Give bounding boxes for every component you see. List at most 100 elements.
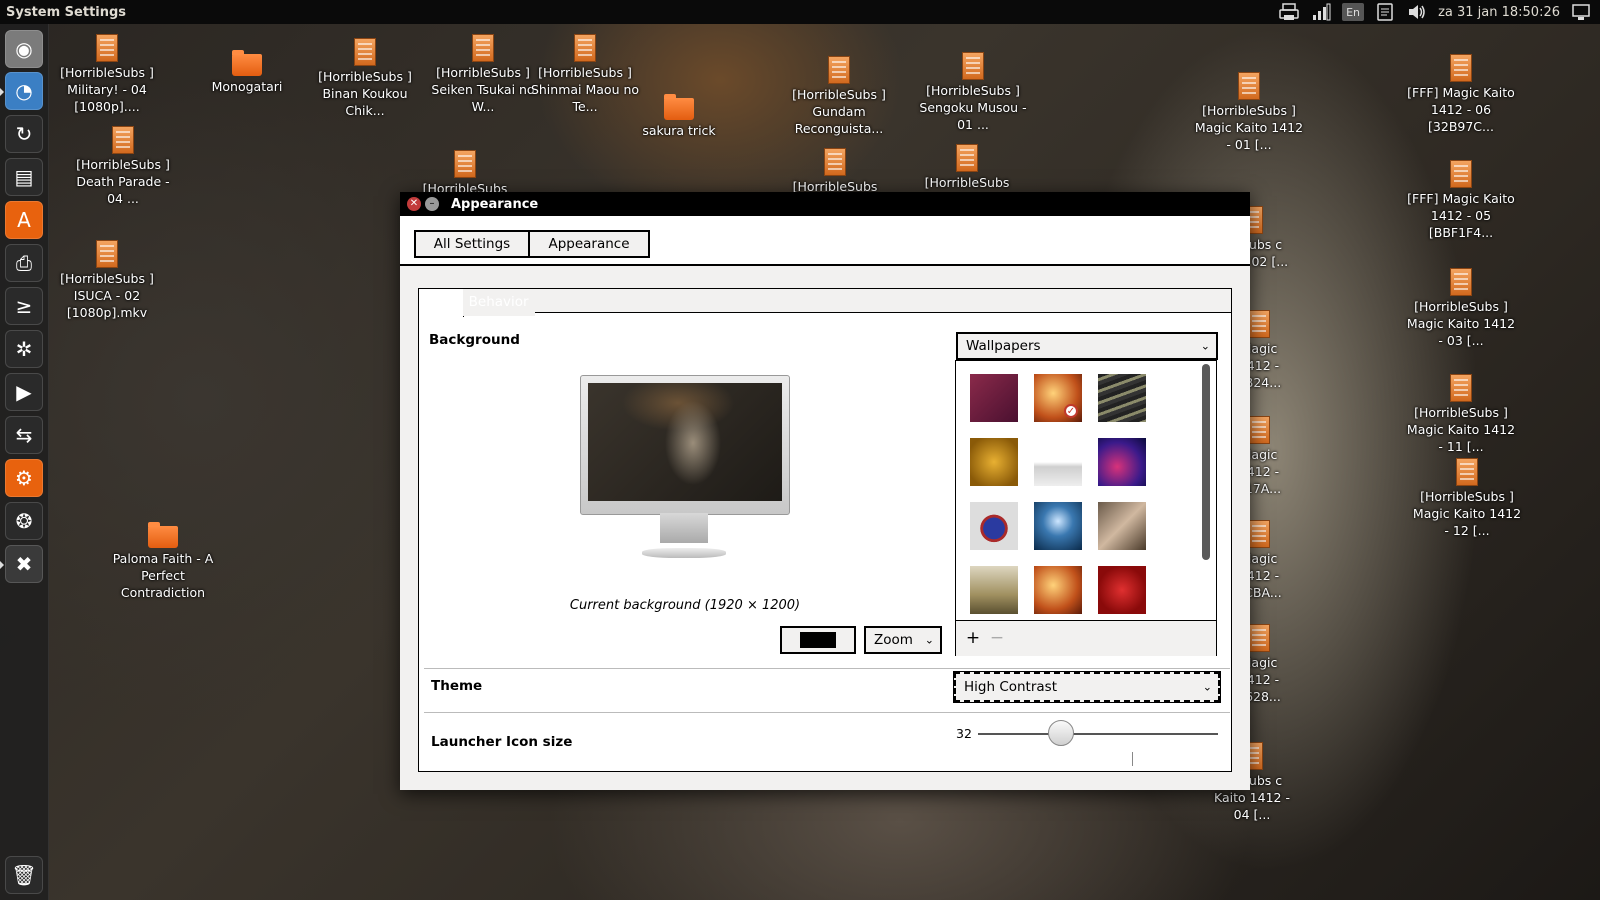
desktop-file-icon[interactable]: [HorribleSubs ] Magic Kaito 1412 - 12 [.… bbox=[1412, 458, 1522, 539]
launcher-icon-size-slider-track[interactable] bbox=[978, 733, 1218, 735]
video-file-icon bbox=[96, 34, 118, 62]
desktop-file-icon[interactable]: [HorribleSubs bbox=[912, 144, 1022, 191]
dash-home-icon[interactable]: ◉ bbox=[5, 30, 43, 68]
background-color-button[interactable] bbox=[780, 626, 856, 654]
desktop-folder-icon[interactable]: Paloma Faith - A Perfect Contradiction bbox=[108, 522, 218, 601]
file-manager-icon[interactable]: ▤ bbox=[5, 158, 43, 196]
wallpaper-thumb[interactable] bbox=[970, 438, 1018, 486]
window-title: Appearance bbox=[451, 196, 539, 212]
monitor-stand bbox=[660, 513, 708, 543]
printer-icon[interactable] bbox=[1278, 3, 1300, 21]
minimize-icon[interactable]: – bbox=[425, 197, 439, 211]
chromium-icon[interactable]: ◔ bbox=[0, 72, 43, 110]
desktop-file-icon[interactable]: [HorribleSubs bbox=[780, 148, 890, 195]
wallpaper-thumb[interactable] bbox=[1034, 566, 1082, 614]
printer-launcher-icon[interactable]: ⎙ bbox=[5, 244, 43, 282]
video-file-icon bbox=[1450, 54, 1472, 82]
session-menu-icon[interactable] bbox=[1570, 3, 1592, 21]
video-file-icon bbox=[96, 240, 118, 268]
separator bbox=[424, 668, 1230, 669]
wallpaper-thumb[interactable] bbox=[1034, 438, 1082, 486]
wallpaper-thumb[interactable] bbox=[1098, 374, 1146, 422]
desktop-folder-icon[interactable]: sakura trick bbox=[624, 94, 734, 139]
separator bbox=[424, 712, 1230, 713]
theme-label: Theme bbox=[431, 678, 483, 694]
fill-mode-select[interactable]: Zoom ⌄ bbox=[864, 626, 942, 654]
desktop-file-icon[interactable]: [HorribleSubs ] Binan Koukou Chik... bbox=[310, 38, 420, 119]
wallpaper-thumb[interactable] bbox=[1034, 502, 1082, 550]
wallpaper-source-select[interactable]: Wallpapers ⌄ bbox=[956, 332, 1218, 360]
video-file-icon bbox=[1248, 310, 1270, 338]
window-titlebar[interactable]: ✕ – Appearance bbox=[400, 192, 1250, 216]
volume-icon[interactable] bbox=[1406, 3, 1428, 21]
desktop-file-icon[interactable]: [FFF] Magic Kaito 1412 - 06 [32B97C... bbox=[1406, 54, 1516, 135]
video-file-icon bbox=[354, 38, 376, 66]
launcher: ◉ ◔ ↻ ▤ A ⎙ ≥ ✲ ▶ ⇆ ⚙ ❂ ✖ 🗑 bbox=[0, 24, 49, 900]
add-wallpaper-button[interactable]: + bbox=[962, 627, 984, 649]
close-icon[interactable]: ✕ bbox=[407, 197, 421, 211]
all-settings-button[interactable]: All Settings bbox=[414, 230, 530, 258]
video-file-icon bbox=[1450, 160, 1472, 188]
desktop-file-icon[interactable]: [HorribleSubs bbox=[410, 150, 520, 197]
network-signal-icon[interactable] bbox=[1310, 3, 1332, 21]
remote-desktop-icon[interactable]: ⇆ bbox=[5, 416, 43, 454]
video-file-icon bbox=[1248, 520, 1270, 548]
check-icon: ✓ bbox=[1064, 404, 1078, 418]
messaging-icon[interactable] bbox=[1374, 3, 1396, 21]
clock[interactable]: za 31 jan 18:50:26 bbox=[1438, 5, 1560, 20]
video-file-icon bbox=[1238, 72, 1260, 100]
video-file-icon bbox=[574, 34, 596, 62]
terminal-icon[interactable]: ≥ bbox=[5, 287, 43, 325]
trash-icon[interactable]: 🗑 bbox=[5, 856, 43, 894]
desktop-file-icon[interactable]: [HorribleSubs ] Death Parade - 04 ... bbox=[68, 126, 178, 207]
wallpaper-thumb[interactable] bbox=[970, 502, 1018, 550]
monitor-base bbox=[642, 548, 726, 558]
theme-select[interactable]: High Contrast ⌄ bbox=[953, 671, 1221, 703]
wallpaper-toolbar: + − bbox=[956, 620, 1216, 656]
desktop-file-icon[interactable]: [HorribleSubs ] Magic Kaito 1412 - 03 [.… bbox=[1406, 268, 1516, 349]
wallpaper-thumb[interactable] bbox=[1098, 502, 1146, 550]
video-file-icon bbox=[956, 144, 978, 172]
chevron-down-icon: ⌄ bbox=[1200, 339, 1210, 353]
media-player-icon[interactable]: ▶ bbox=[5, 373, 43, 411]
desktop-file-icon[interactable]: [HorribleSubs ] Military! - 04 [1080p]..… bbox=[52, 34, 162, 115]
slider-tick bbox=[1132, 752, 1133, 766]
desktop-file-icon[interactable]: [HorribleSubs ] Gundam Reconguista... bbox=[784, 56, 894, 137]
desktop-file-icon[interactable]: [HorribleSubs ] ISUCA - 02 [1080p].mkv bbox=[52, 240, 162, 321]
desktop-folder-icon[interactable]: Monogatari bbox=[192, 50, 302, 95]
video-file-icon bbox=[1248, 624, 1270, 652]
video-file-icon bbox=[454, 150, 476, 178]
wallpaper-scrollbar[interactable] bbox=[1201, 364, 1211, 594]
network-tools-icon[interactable]: ✲ bbox=[5, 330, 43, 368]
steam-icon[interactable]: ❂ bbox=[5, 502, 43, 540]
current-background-thumbnail bbox=[588, 383, 782, 501]
settings-tools-icon[interactable]: ✖ bbox=[0, 545, 43, 583]
tab-behavior[interactable]: Behavior bbox=[462, 288, 535, 316]
desktop-file-icon[interactable]: [HorribleSubs ] Seiken Tsukai no W... bbox=[428, 34, 538, 115]
software-center-icon[interactable]: A bbox=[5, 201, 43, 239]
indicator-area: En za 31 jan 18:50:26 bbox=[1278, 0, 1592, 24]
breadcrumb-appearance-button[interactable]: Appearance bbox=[528, 230, 650, 258]
current-background-caption: Current background (1920 × 1200) bbox=[569, 598, 801, 613]
tab-look[interactable]: Look bbox=[418, 288, 464, 317]
desktop-file-icon[interactable]: [HorribleSubs ] Sengoku Musou - 01 ... bbox=[918, 52, 1028, 133]
launcher-icon-size-slider-handle[interactable] bbox=[1048, 720, 1074, 746]
scrollbar-thumb[interactable] bbox=[1202, 364, 1210, 560]
system-settings-gear-icon[interactable]: ⚙ bbox=[5, 459, 43, 497]
breadcrumb: All Settings Appearance bbox=[400, 216, 1250, 266]
desktop-file-icon[interactable]: [FFF] Magic Kaito 1412 - 05 [BBF1F4... bbox=[1406, 160, 1516, 241]
desktop-file-icon[interactable]: [HorribleSubs ] Magic Kaito 1412 - 11 [.… bbox=[1406, 374, 1516, 455]
keyboard-layout-indicator[interactable]: En bbox=[1342, 3, 1365, 21]
video-file-icon bbox=[962, 52, 984, 80]
wallpaper-thumb-selected[interactable]: ✓ bbox=[1034, 374, 1082, 422]
desktop-file-icon[interactable]: [HorribleSubs ] Magic Kaito 1412 - 01 [.… bbox=[1194, 72, 1304, 153]
tab-bar: Look Behavior bbox=[418, 288, 535, 318]
backup-icon[interactable]: ↻ bbox=[5, 115, 43, 153]
wallpaper-thumb[interactable] bbox=[1098, 438, 1146, 486]
video-file-icon bbox=[472, 34, 494, 62]
folder-icon bbox=[664, 94, 694, 120]
wallpaper-thumb[interactable] bbox=[1098, 566, 1146, 614]
wallpaper-thumb[interactable] bbox=[970, 374, 1018, 422]
wallpaper-thumb[interactable] bbox=[970, 566, 1018, 614]
remove-wallpaper-button[interactable]: − bbox=[986, 627, 1008, 649]
